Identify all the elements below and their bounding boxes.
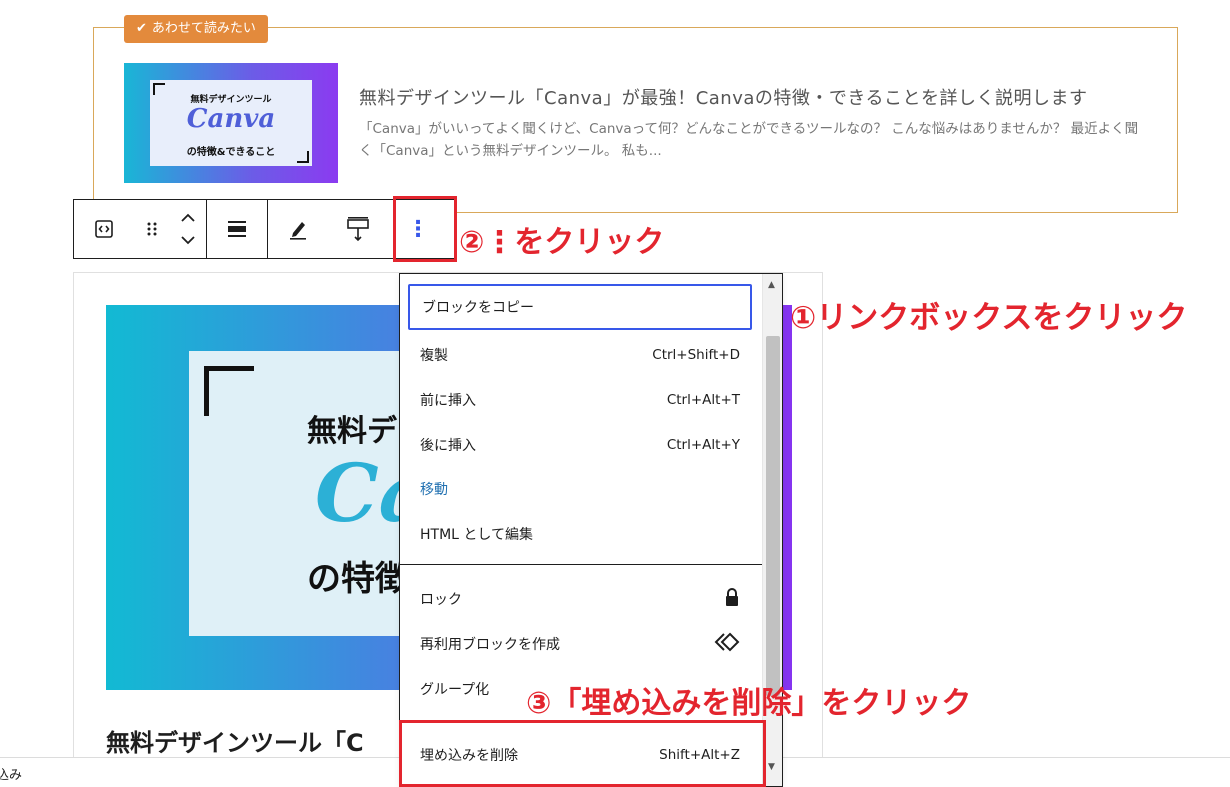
move-up-down-icon[interactable] (170, 200, 206, 258)
related-thumbnail[interactable]: 無料デザインツール Canva の特徴&できること (124, 63, 338, 183)
embed-thumb-text-line2: の特徴 (307, 559, 409, 599)
menu-item-label: ブロックをコピー (422, 300, 534, 316)
menu-item-shortcut: Ctrl+Alt+Y (666, 436, 740, 453)
check-icon: ✔ (136, 21, 147, 36)
related-badge: ✔ あわせて読みたい (124, 15, 268, 43)
edit-pencil-icon[interactable] (268, 200, 328, 258)
menu-item-label: 移動 (420, 481, 448, 498)
reusable-block-icon (714, 632, 740, 656)
toolbar-group-align (207, 200, 268, 258)
menu-item-label: 複製 (420, 347, 448, 364)
embed-title: 無料デザインツール「C (106, 729, 364, 757)
drag-handle-icon[interactable] (134, 200, 170, 258)
menu-item-label: 後に挿入 (420, 437, 476, 454)
menu-item-lock[interactable]: ロック (408, 576, 752, 621)
corner-bracket (204, 366, 254, 416)
menu-item-insert-after[interactable]: 後に挿入 Ctrl+Alt+Y (408, 422, 752, 467)
menu-item-label: 再利用ブロックを作成 (420, 636, 560, 653)
thumb-canva-logo: Canva (186, 104, 276, 134)
toolbar-group-block (74, 200, 207, 258)
menu-item-shortcut: Ctrl+Alt+T (666, 391, 740, 408)
align-icon[interactable] (207, 200, 267, 258)
related-excerpt: 「Canva」がいいってよく聞くけど、Canvaって何？どんなことができるツール… (359, 121, 1139, 159)
thumb-text-line2: の特徴&できること (186, 147, 276, 158)
resize-icon[interactable] (328, 200, 388, 258)
embed-thumb-text-line1: 無料デ (307, 414, 397, 449)
menu-item-label: 前に挿入 (420, 392, 476, 409)
scrollbar-thumb[interactable] (766, 336, 780, 696)
menu-item-label: ロック (420, 591, 462, 608)
menu-item-label: HTML として編集 (420, 526, 533, 543)
embed-block-icon[interactable] (74, 200, 134, 258)
highlight-box-more (393, 196, 457, 262)
annotation-step3: ③「埋め込みを削除」をクリック (526, 686, 972, 721)
scroll-up-arrow-icon[interactable]: ▲ (768, 280, 775, 290)
highlight-box-remove-embed (399, 720, 766, 787)
menu-item-insert-before[interactable]: 前に挿入 Ctrl+Alt+T (408, 377, 752, 422)
annotation-step2: ②⋮をクリック (459, 225, 665, 260)
annotation-step1: ①リンクボックスをクリック (790, 300, 1188, 336)
menu-separator (400, 564, 762, 565)
menu-item-duplicate[interactable]: 複製 Ctrl+Shift+D (408, 332, 752, 377)
menu-item-copy-block[interactable]: ブロックをコピー (408, 284, 752, 330)
related-title[interactable]: 無料デザインツール「Canva」が最強！Canvaの特徴・できることを詳しく説明… (359, 84, 1088, 110)
related-badge-label: あわせて読みたい (151, 21, 256, 36)
menu-item-create-reusable[interactable]: 再利用ブロックを作成 (408, 621, 752, 666)
menu-item-edit-html[interactable]: HTML として編集 (408, 511, 752, 556)
menu-item-move[interactable]: 移動 (408, 466, 752, 511)
scroll-down-arrow-icon[interactable]: ▼ (768, 762, 775, 772)
bottom-label: 込み (0, 768, 23, 783)
lock-icon (724, 587, 740, 611)
menu-item-label: グループ化 (420, 681, 490, 698)
menu-item-shortcut: Ctrl+Shift+D (652, 346, 740, 363)
thumbnail-inner: 無料デザインツール Canva の特徴&できること (150, 80, 312, 166)
